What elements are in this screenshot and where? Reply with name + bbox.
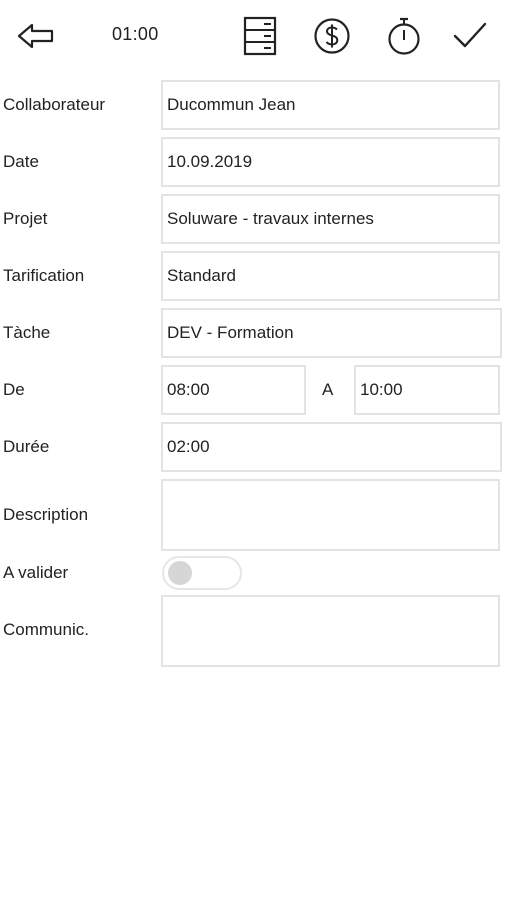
date-value: 10.09.2019 xyxy=(167,152,253,171)
dollar-icon xyxy=(314,18,350,54)
communic-label: Communic. xyxy=(3,620,89,639)
back-button[interactable] xyxy=(14,14,58,58)
a-valider-toggle[interactable] xyxy=(162,556,242,590)
tarification-label: Tarification xyxy=(3,266,85,285)
description-label: Description xyxy=(3,505,89,524)
communic-field[interactable] xyxy=(161,595,500,667)
list-icon xyxy=(243,16,277,56)
a-label: A xyxy=(322,380,334,399)
timer-button[interactable] xyxy=(382,14,426,58)
checkmark-icon xyxy=(453,22,487,48)
de-label: De xyxy=(3,380,25,399)
date-field[interactable]: 10.09.2019 xyxy=(161,137,500,187)
tache-label: Tàche xyxy=(3,323,51,342)
toggle-knob xyxy=(168,561,192,585)
a-time-value: 10:00 xyxy=(360,380,403,399)
projet-value: Soluware - travaux internes xyxy=(167,209,374,228)
a-valider-label: A valider xyxy=(3,563,69,582)
a-time-field[interactable]: 10:00 xyxy=(354,365,500,415)
collaborateur-label: Collaborateur xyxy=(3,95,106,114)
description-field[interactable] xyxy=(161,479,500,551)
duree-value: 02:00 xyxy=(167,437,210,456)
elapsed-time: 01:00 xyxy=(112,24,159,44)
tache-field[interactable]: DEV - Formation xyxy=(161,308,502,358)
collaborateur-field[interactable]: Ducommun Jean xyxy=(161,80,500,130)
date-label: Date xyxy=(3,152,39,171)
de-time-value: 08:00 xyxy=(167,380,210,399)
tache-value: DEV - Formation xyxy=(167,323,294,342)
back-arrow-icon xyxy=(17,23,54,49)
stopwatch-icon xyxy=(388,17,420,55)
projet-field[interactable]: Soluware - travaux internes xyxy=(161,194,500,244)
tarification-value: Standard xyxy=(167,266,236,285)
collaborateur-value: Ducommun Jean xyxy=(167,95,296,114)
duree-field[interactable]: 02:00 xyxy=(161,422,502,472)
confirm-button[interactable] xyxy=(448,14,492,58)
tarification-field[interactable]: Standard xyxy=(161,251,500,301)
duree-label: Durée xyxy=(3,437,50,456)
projet-label: Projet xyxy=(3,209,48,228)
de-time-field[interactable]: 08:00 xyxy=(161,365,306,415)
toolbar: 01:00 xyxy=(0,0,506,76)
price-button[interactable] xyxy=(310,14,354,58)
list-button[interactable] xyxy=(238,14,282,58)
